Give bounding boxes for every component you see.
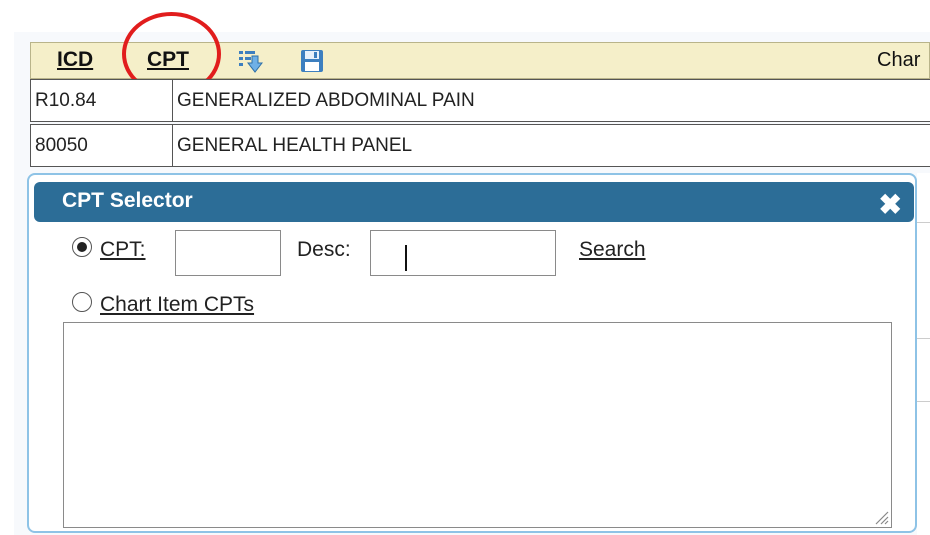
description-cell: GENERAL HEALTH PANEL — [172, 124, 921, 167]
side-divider — [917, 222, 930, 223]
dialog-title: CPT Selector — [62, 189, 193, 212]
code-cell: R10.84 — [30, 79, 173, 122]
side-divider — [917, 401, 930, 402]
row-edge — [920, 79, 930, 122]
chart-item-cpts-label[interactable]: Chart Item CPTs — [100, 293, 254, 317]
description-cell: GENERALIZED ABDOMINAL PAIN — [172, 79, 921, 122]
text-cursor — [405, 245, 407, 271]
cpt-selector-dialog: CPT Selector ✖ CPT: Desc: Search Chart I… — [27, 173, 917, 533]
row-edge — [920, 124, 930, 167]
cpt-code-input[interactable] — [175, 230, 281, 276]
chart-item-cpts-radio[interactable] — [72, 292, 92, 312]
side-strip — [917, 173, 930, 535]
cpt-radio-label[interactable]: CPT: — [100, 238, 146, 262]
table-row[interactable]: R10.84 GENERALIZED ABDOMINAL PAIN — [30, 79, 921, 122]
download-icon[interactable] — [237, 48, 264, 74]
resize-grip-icon[interactable] — [873, 509, 889, 525]
dialog-title-bar[interactable]: CPT Selector ✖ — [34, 182, 914, 222]
code-cell: 80050 — [30, 124, 173, 167]
save-disk-icon[interactable] — [299, 48, 325, 74]
desc-label: Desc: — [297, 238, 351, 261]
side-divider — [917, 338, 930, 339]
table-row[interactable]: 80050 GENERAL HEALTH PANEL — [30, 124, 921, 167]
icd-tab[interactable]: ICD — [57, 48, 93, 72]
search-link[interactable]: Search — [579, 238, 646, 262]
close-icon[interactable]: ✖ — [879, 188, 902, 221]
header-right-text: Char — [877, 49, 921, 71]
description-input[interactable] — [370, 230, 556, 276]
cpt-radio[interactable] — [72, 237, 92, 257]
cpt-results-list[interactable] — [63, 322, 892, 528]
